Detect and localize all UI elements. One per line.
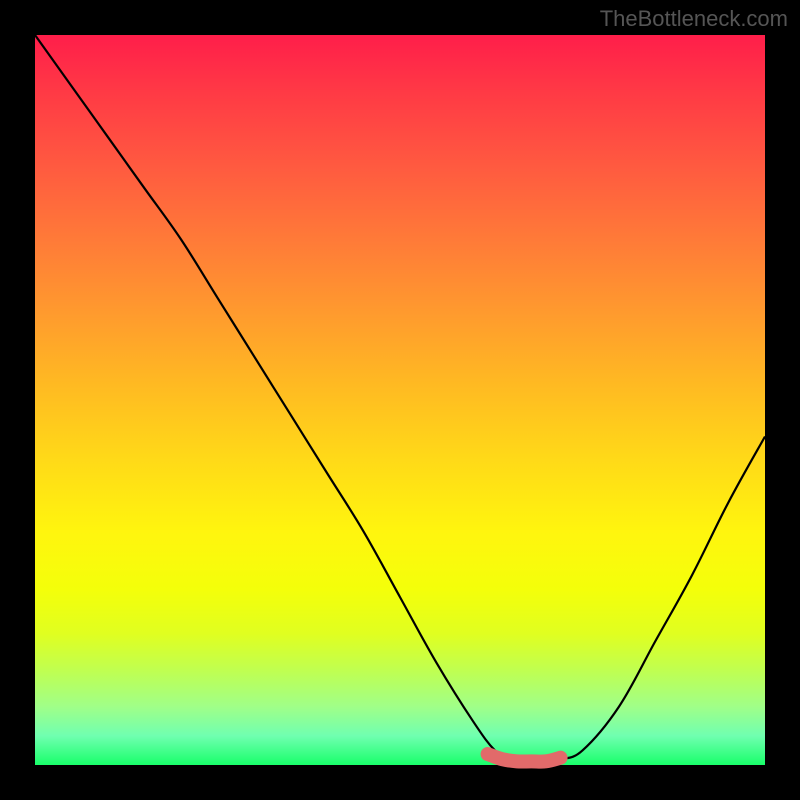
optimal-marker xyxy=(488,754,561,762)
watermark: TheBottleneck.com xyxy=(600,6,788,32)
chart-area xyxy=(35,35,765,765)
bottleneck-curve xyxy=(35,35,765,765)
curve-path xyxy=(35,35,765,762)
